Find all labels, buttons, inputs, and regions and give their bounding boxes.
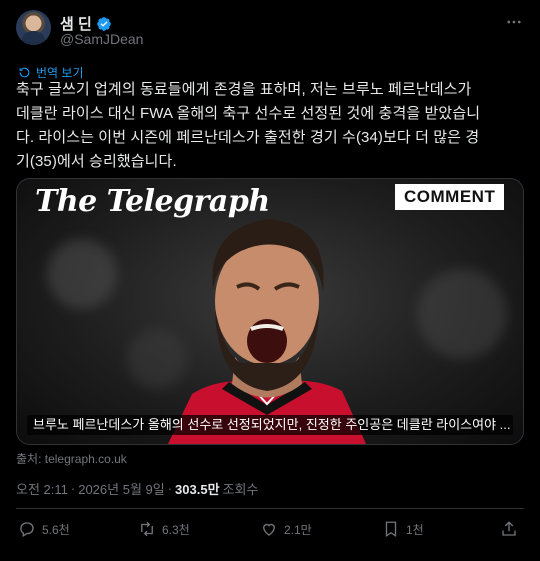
retweet-count: 6.3천 [162, 522, 190, 537]
bookmark-count: 1천 [406, 522, 424, 537]
meta-separator: · [70, 481, 76, 496]
link-card-media[interactable]: The Telegraph COMMENT 브루노 페르난데스가 올해의 선수로… [16, 178, 524, 445]
avatar[interactable] [16, 10, 51, 45]
tweet-meta: 오전 2:11 · 2026년 5월 9일 · 303.5만 조회수 [16, 479, 258, 498]
author-handle[interactable]: @SamJDean [60, 31, 143, 47]
like-count: 2.1만 [284, 522, 312, 537]
tweet-text-line: 데클란 라이스 대신 FWA 올해의 축구 선수로 선정된 것에 충격을 받았습… [16, 105, 481, 122]
tweet-text-line: 다. 라이스는 이번 시즌에 페르난데스가 출전한 경기 수(34)보다 더 많… [16, 129, 480, 146]
tweet-date[interactable]: 2026년 5월 9일 [78, 479, 164, 498]
action-bar: 5.6천 6.3천 2.1만 1천 [16, 520, 524, 546]
link-card-caption[interactable]: 브루노 페르난데스가 올해의 선수로 선정되었지만, 진정한 주인공은 데클란 … [27, 415, 513, 435]
view-count: 303.5만 [175, 482, 220, 497]
tweet-text-line: 축구 글쓰기 업계의 동료들에게 존경을 표하며, 저는 브루노 페르난데스가 [16, 81, 472, 98]
retweet-icon [141, 521, 153, 537]
bookmark-icon [385, 521, 397, 538]
reply-icon [20, 522, 34, 537]
reply-count: 5.6천 [42, 522, 70, 537]
tweet-text: 축구 글쓰기 업계의 동료들에게 존경을 표하며, 저는 브루노 페르난데스가 … [16, 78, 528, 174]
share-button[interactable] [500, 520, 518, 538]
share-icon [502, 521, 516, 536]
retweet-button[interactable]: 6.3천 [138, 520, 190, 538]
divider [16, 508, 524, 509]
link-source[interactable]: 출처: telegraph.co.uk [16, 450, 127, 467]
verified-badge-icon [96, 16, 111, 31]
tweet-time[interactable]: 오전 2:11 [16, 479, 68, 498]
tweet-header: 샘 딘 @SamJDean [16, 10, 524, 50]
reply-button[interactable]: 5.6천 [18, 520, 70, 538]
meta-separator: · [167, 481, 173, 496]
bookmark-button[interactable]: 1천 [382, 520, 424, 538]
view-count-label: 조회수 [222, 482, 259, 497]
tweet-text-line: 기(35)에서 승리했습니다. [16, 153, 177, 170]
more-options-icon[interactable] [504, 12, 524, 32]
telegraph-logo: The Telegraph [35, 184, 270, 219]
heart-icon [263, 523, 275, 536]
like-button[interactable]: 2.1만 [260, 520, 312, 538]
comment-badge: COMMENT [395, 184, 505, 210]
